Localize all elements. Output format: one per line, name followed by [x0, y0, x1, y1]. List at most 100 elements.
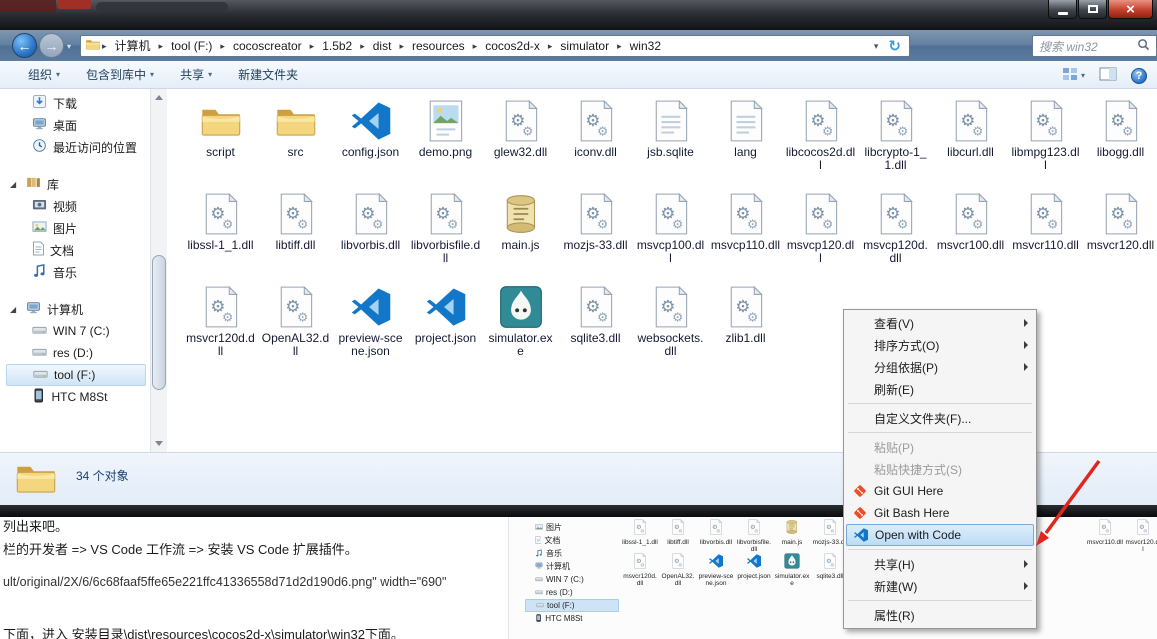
file-item[interactable]: ⚙ ⚙ mozjs-33.dll	[558, 190, 633, 283]
dll-icon: ⚙⚙	[880, 99, 913, 142]
file-item[interactable]: ⚙ ⚙ msvcp120d.dll	[858, 190, 933, 283]
file-item[interactable]: ⚙ ⚙ websockets.dll	[633, 283, 708, 376]
file-item[interactable]: simulator.exe	[483, 283, 558, 376]
file-item[interactable]: ⚙ ⚙ zlib1.dll	[708, 283, 783, 376]
mini-file-label: sqlite3.dll	[816, 573, 844, 580]
file-item[interactable]: ⚙ ⚙ OpenAL32.dll	[258, 283, 333, 376]
file-item[interactable]: src	[258, 97, 333, 190]
sidebar-item[interactable]: 图片	[6, 217, 152, 239]
file-item[interactable]: demo.png	[408, 97, 483, 190]
toolbar-button-include-in-library[interactable]: 包含到库中 ▾	[86, 66, 154, 83]
sidebar-item[interactable]: res (D:)	[6, 342, 152, 364]
file-item[interactable]: ⚙ ⚙ libmpg123.dll	[1008, 97, 1083, 190]
search-input[interactable]: 搜索 win32	[1039, 38, 1137, 55]
menu-item-共享-h-[interactable]: 共享(H)	[846, 553, 1034, 575]
sidebar-item[interactable]: 下载	[6, 92, 152, 114]
toolbar-button-organize[interactable]: 组织 ▾	[28, 66, 60, 83]
expander-icon[interactable]: ◢	[10, 305, 20, 314]
toolbar-button-new-folder[interactable]: 新建文件夹	[238, 66, 298, 83]
file-item[interactable]: ⚙ ⚙ iconv.dll	[558, 97, 633, 190]
scroll-up-button[interactable]	[151, 89, 167, 106]
breadcrumb-item[interactable]: cocoscreator	[226, 36, 309, 56]
preview-pane-button[interactable]	[1099, 67, 1117, 84]
file-item[interactable]: config.json	[333, 97, 408, 190]
file-item[interactable]: project.json	[408, 283, 483, 376]
file-item[interactable]: ⚙ ⚙ glew32.dll	[483, 97, 558, 190]
sidebar-item[interactable]: 文档	[6, 239, 152, 261]
menu-item-open-with-code[interactable]: Open with Code	[846, 524, 1034, 546]
toolbar-button-label: 组织	[28, 68, 53, 82]
file-item[interactable]: ⚙ ⚙ msvcr120d.dll	[183, 283, 258, 376]
file-item[interactable]: preview-scene.json	[333, 283, 408, 376]
search-box[interactable]: 搜索 win32	[1032, 35, 1157, 57]
sidebar-item[interactable]: HTC M8St	[6, 386, 152, 408]
address-bar[interactable]: ▸ 计算机 ▸ tool (F:) ▸ cocoscreator ▸ 1.5b2 ▸ dist ▸ r…	[80, 35, 910, 57]
file-item[interactable]: main.js	[483, 190, 558, 283]
sidebar-item[interactable]: WIN 7 (C:)	[6, 320, 152, 342]
maximize-button[interactable]	[1078, 0, 1107, 19]
address-dropdown-icon[interactable]: ▾	[868, 41, 885, 52]
menu-item-git-bash-here[interactable]: Git Bash Here	[846, 502, 1034, 524]
file-item[interactable]: ⚙ ⚙ sqlite3.dll	[558, 283, 633, 376]
document-icon	[535, 535, 542, 544]
sidebar-scrollbar[interactable]	[150, 89, 167, 452]
sidebar-item[interactable]: 桌面	[6, 114, 152, 136]
toolbar-button-share[interactable]: 共享 ▾	[180, 66, 212, 83]
svg-text:⚙: ⚙	[830, 528, 834, 533]
file-item[interactable]: ⚙ ⚙ libvorbis.dll	[333, 190, 408, 283]
menu-item-刷新-e-[interactable]: 刷新(E)	[846, 378, 1034, 400]
menu-item-分组依据-p-[interactable]: 分组依据(P)	[846, 356, 1034, 378]
sidebar-group-header[interactable]: ◢ 计算机	[6, 298, 152, 320]
file-item[interactable]: ⚙ ⚙ libssl-1_1.dll	[183, 190, 258, 283]
menu-item-自定义文件夹-f-[interactable]: 自定义文件夹(F)...	[846, 407, 1034, 429]
file-item[interactable]: ⚙ ⚙ libogg.dll	[1083, 97, 1157, 190]
file-item[interactable]: ⚙ ⚙ libcocos2d.dll	[783, 97, 858, 190]
sidebar-item[interactable]: 最近访问的位置	[6, 136, 152, 158]
menu-item-属性-r-[interactable]: 属性(R)	[846, 604, 1034, 626]
breadcrumb-item[interactable]: cocos2d-x	[478, 36, 547, 56]
sidebar-item[interactable]: 视频	[6, 195, 152, 217]
file-item[interactable]: jsb.sqlite	[633, 97, 708, 190]
breadcrumb-item[interactable]: tool (F:)	[164, 36, 219, 56]
breadcrumb-item[interactable]: win32	[623, 36, 668, 56]
sidebar-item[interactable]: 音乐	[6, 261, 152, 283]
sidebar-item[interactable]: tool (F:)	[6, 364, 146, 386]
refresh-icon[interactable]: ↻	[884, 37, 905, 55]
breadcrumb-item[interactable]: simulator	[553, 36, 616, 56]
file-item[interactable]: ⚙ ⚙ msvcr110.dll	[1008, 190, 1083, 283]
breadcrumb-item[interactable]: resources	[405, 36, 472, 56]
drive-icon	[535, 590, 543, 594]
breadcrumb-item[interactable]: dist	[366, 36, 399, 56]
sidebar-group-header[interactable]: ◢ 库	[6, 173, 152, 195]
dll-icon: ⚙⚙	[280, 285, 313, 328]
file-item[interactable]: ⚙ ⚙ libvorbisfile.dll	[408, 190, 483, 283]
menu-item-查看-v-[interactable]: 查看(V)	[846, 312, 1034, 334]
file-item[interactable]: ⚙ ⚙ msvcr100.dll	[933, 190, 1008, 283]
minimize-button[interactable]	[1048, 0, 1077, 19]
menu-item-git-gui-here[interactable]: Git GUI Here	[846, 480, 1034, 502]
file-item[interactable]: ⚙ ⚙ msvcp110.dll	[708, 190, 783, 283]
breadcrumb-item[interactable]: 计算机	[108, 36, 158, 56]
file-item[interactable]: ⚙ ⚙ msvcr120.dll	[1083, 190, 1157, 283]
menu-item-排序方式-o-[interactable]: 排序方式(O)	[846, 334, 1034, 356]
history-dropdown-icon[interactable]: ▾	[67, 42, 71, 51]
menu-item-新建-w-[interactable]: 新建(W)	[846, 575, 1034, 597]
close-button[interactable]: ×	[1108, 0, 1153, 19]
expander-icon[interactable]: ◢	[10, 180, 20, 189]
vscode-icon	[426, 288, 465, 326]
file-item[interactable]: lang	[708, 97, 783, 190]
views-button[interactable]: ▾	[1062, 66, 1085, 85]
file-item[interactable]: ⚙ ⚙ msvcp120.dll	[783, 190, 858, 283]
file-item[interactable]: script	[183, 97, 258, 190]
vscode-icon	[351, 102, 390, 140]
file-item[interactable]: ⚙ ⚙ libcurl.dll	[933, 97, 1008, 190]
file-item[interactable]: ⚙ ⚙ msvcp100.dll	[633, 190, 708, 283]
scrollbar-thumb[interactable]	[152, 255, 166, 390]
breadcrumb-item[interactable]: 1.5b2	[315, 36, 359, 56]
file-item[interactable]: ⚙ ⚙ libtiff.dll	[258, 190, 333, 283]
scroll-down-button[interactable]	[151, 435, 167, 452]
help-button[interactable]: ?	[1131, 67, 1147, 84]
svg-text:⚙: ⚙	[297, 311, 308, 325]
file-item[interactable]: ⚙ ⚙ libcrypto-1_1.dll	[858, 97, 933, 190]
back-button[interactable]: ←	[12, 33, 37, 58]
